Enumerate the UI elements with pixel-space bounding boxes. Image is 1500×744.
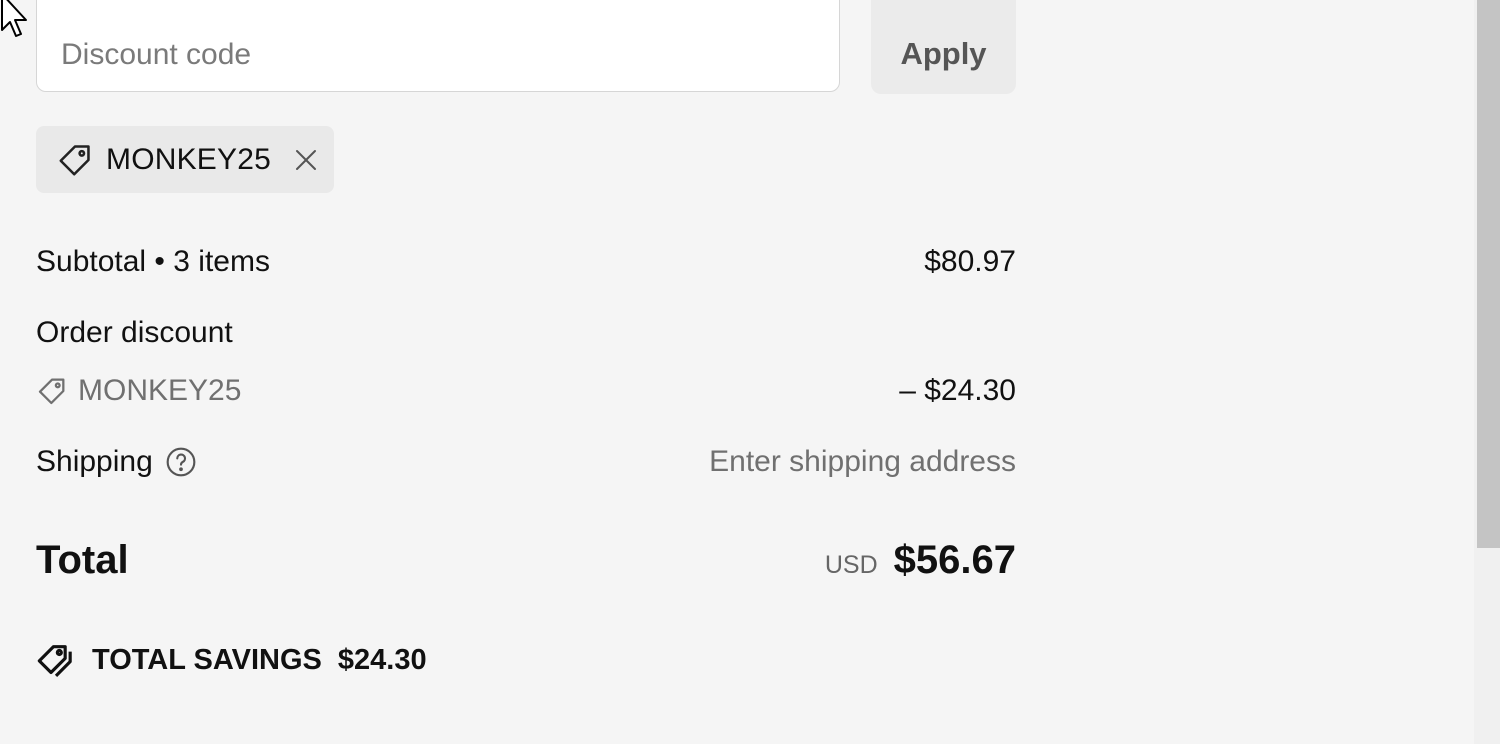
order-summary-page: Apply MONKEY25 Subtotal • 3 items $80.97… bbox=[0, 0, 1500, 744]
discount-value: – $24.30 bbox=[899, 374, 1016, 407]
close-icon bbox=[296, 149, 316, 170]
shipping-row: Shipping Enter shipping address bbox=[36, 445, 1016, 479]
applied-discount-chip: MONKEY25 bbox=[36, 126, 334, 193]
total-savings-label: TOTAL SAVINGS bbox=[92, 643, 322, 676]
shipping-value: Enter shipping address bbox=[709, 445, 1016, 478]
total-value: $56.67 bbox=[893, 538, 1016, 582]
mouse-cursor-icon bbox=[1, 0, 27, 37]
applied-discount-code: MONKEY25 bbox=[106, 142, 271, 176]
tag-icon bbox=[59, 144, 90, 176]
total-savings-value: $24.30 bbox=[337, 643, 427, 676]
double-tag-icon bbox=[37, 645, 72, 677]
apply-discount-button[interactable]: Apply bbox=[871, 0, 1016, 94]
discount-code-row: Apply bbox=[36, 0, 1016, 94]
subtotal-value: $80.97 bbox=[924, 245, 1016, 278]
discount-code-row-summary: MONKEY25 – $24.30 bbox=[36, 374, 1016, 408]
scrollbar-thumb[interactable] bbox=[1477, 0, 1500, 548]
shipping-label-group: Shipping bbox=[36, 445, 197, 479]
remove-discount-button[interactable] bbox=[291, 145, 321, 175]
question-circle-icon[interactable] bbox=[165, 446, 197, 478]
order-discount-row: Order discount bbox=[36, 316, 1016, 350]
discount-code-tag: MONKEY25 bbox=[36, 374, 241, 408]
discount-code-label: MONKEY25 bbox=[78, 374, 242, 407]
discount-code-input[interactable] bbox=[36, 0, 840, 92]
subtotal-row: Subtotal • 3 items $80.97 bbox=[36, 245, 1016, 279]
subtotal-label: Subtotal • 3 items bbox=[36, 245, 270, 278]
total-savings-row: TOTAL SAVINGS $24.30 bbox=[36, 640, 427, 680]
total-label: Total bbox=[36, 538, 129, 582]
order-discount-label: Order discount bbox=[36, 316, 233, 349]
shipping-label: Shipping bbox=[36, 445, 153, 478]
tag-icon bbox=[38, 378, 65, 405]
total-amount-group: USD $56.67 bbox=[825, 538, 1016, 583]
currency-code: USD bbox=[824, 551, 878, 579]
total-row: Total USD $56.67 bbox=[36, 538, 1016, 583]
